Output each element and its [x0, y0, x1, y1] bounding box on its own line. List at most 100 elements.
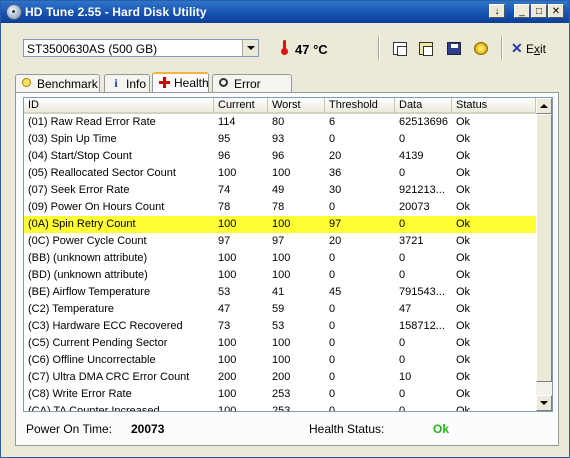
- table-row[interactable]: (04) Start/Stop Count 96 96 20 4139 Ok: [24, 148, 536, 165]
- cell-data: 0: [399, 252, 406, 264]
- cell-worst: 41: [272, 286, 285, 298]
- table-row[interactable]: (03) Spin Up Time 95 93 0 0 Ok: [24, 131, 536, 148]
- chevron-down-icon[interactable]: [242, 40, 258, 56]
- column-header-worst[interactable]: Worst: [268, 98, 325, 114]
- cell-threshold: 20: [329, 150, 342, 162]
- cell-current: 53: [218, 286, 231, 298]
- benchmark-icon: [22, 78, 31, 87]
- cell-id: (0A) Spin Retry Count: [24, 216, 214, 233]
- table-row[interactable]: (C3) Hardware ECC Recovered 73 53 0 158712..…: [24, 318, 536, 335]
- help-button[interactable]: ↓: [489, 4, 505, 18]
- table-row[interactable]: (C5) Current Pending Sector 100 100 0 0 Ok: [24, 335, 536, 352]
- table-row[interactable]: (BE) Airflow Temperature 53 41 45 791543... O…: [24, 284, 536, 301]
- cell-current: 100: [218, 405, 237, 411]
- table-row[interactable]: (0A) Spin Retry Count 100 100 97 0 Ok: [24, 216, 536, 233]
- cell-worst: 100: [272, 269, 291, 281]
- column-header-data[interactable]: Data: [395, 98, 452, 114]
- cell-current: 114: [218, 116, 236, 128]
- cell-id: (BB) (unknown attribute): [28, 252, 148, 264]
- tab-benchmark[interactable]: Benchmark: [15, 74, 100, 92]
- cell-id: (05) Reallocated Sector Count: [28, 167, 176, 179]
- cell-status: Ok: [456, 303, 471, 315]
- cell-worst: 93: [272, 133, 285, 145]
- tab-label: Info: [126, 77, 147, 91]
- cell-worst: 253: [272, 405, 291, 411]
- minimize-button[interactable]: _: [514, 4, 530, 18]
- cell-worst: 100: [272, 337, 291, 349]
- table-row[interactable]: (01) Raw Read Error Rate 114 80 6 62513696 Ok: [24, 114, 536, 131]
- cell-threshold: 0: [329, 252, 336, 264]
- exit-button[interactable]: Exit: [526, 42, 546, 56]
- cell-threshold: 0: [329, 303, 336, 315]
- table-row[interactable]: (BB) (unknown attribute) 100 100 0 0 Ok: [24, 250, 536, 267]
- table-row[interactable]: (05) Reallocated Sector Count 100 100 36 0 Ok: [24, 165, 536, 182]
- cell-id: (C3) Hardware ECC Recovered: [28, 320, 183, 332]
- table-row[interactable]: (07) Seek Error Rate 74 49 30 921213... Ok: [24, 182, 536, 199]
- table-row[interactable]: (09) Power On Hours Count 78 78 0 20073 Ok: [24, 199, 536, 216]
- window-title: HD Tune 2.55 - Hard Disk Utility: [25, 5, 207, 19]
- info-icon: i: [114, 76, 118, 90]
- cell-worst: 100: [272, 167, 291, 179]
- cell-status: Ok: [456, 371, 471, 383]
- cell-id: (C6) Offline Uncorrectable: [28, 354, 156, 366]
- title-bar[interactable]: HD Tune 2.55 - Hard Disk Utility ↓ _ □ ✕: [1, 1, 569, 23]
- cell-current: 200: [218, 371, 237, 383]
- cell-status: Ok: [456, 116, 471, 128]
- cell-threshold: 0: [329, 388, 336, 400]
- cell-data: 47: [399, 303, 412, 315]
- cell-worst: 49: [272, 184, 285, 196]
- cell-status: Ok: [456, 184, 471, 196]
- exit-x-icon[interactable]: ✕: [511, 40, 523, 57]
- save-icon[interactable]: [447, 42, 461, 55]
- cell-data: 0: [399, 133, 406, 145]
- options-icon[interactable]: [474, 42, 488, 55]
- table-row[interactable]: (CA) TA Counter Increased 100 253 0 0 Ok: [24, 403, 536, 411]
- cell-worst: 59: [272, 303, 285, 315]
- cell-status: Ok: [452, 216, 536, 233]
- table-row[interactable]: (C2) Temperature 47 59 0 47 Ok: [24, 301, 536, 318]
- cell-status: Ok: [456, 388, 471, 400]
- tab-info[interactable]: i Info: [104, 74, 150, 92]
- column-header-current[interactable]: Current: [214, 98, 268, 114]
- temperature-readout: 47 °C: [295, 42, 328, 57]
- scroll-up-icon[interactable]: [536, 98, 552, 114]
- toolbar-divider: [501, 36, 503, 60]
- table-header: ID Current Worst Threshold Data Status: [24, 98, 536, 114]
- scroll-down-icon[interactable]: [536, 395, 552, 411]
- cell-threshold: 20: [329, 235, 342, 247]
- copy-icon[interactable]: [393, 42, 407, 56]
- power-on-time-value: 20073: [131, 422, 165, 436]
- cell-worst: 80: [272, 116, 285, 128]
- table-row[interactable]: (C6) Offline Uncorrectable 100 100 0 0 Ok: [24, 352, 536, 369]
- exit-mnemonic: x: [534, 42, 541, 56]
- drive-select[interactable]: ST3500630AS (500 GB): [23, 39, 259, 57]
- tab-error-scan[interactable]: Error Scan: [212, 74, 292, 105]
- cell-data: 3721: [399, 235, 424, 247]
- scrollbar-thumb[interactable]: [536, 114, 552, 382]
- vertical-scrollbar[interactable]: [536, 98, 552, 411]
- cell-current: 74: [218, 184, 231, 196]
- copy-all-icon[interactable]: [419, 42, 433, 56]
- table-row[interactable]: (C8) Write Error Rate 100 253 0 0 Ok: [24, 386, 536, 403]
- cell-current: 78: [218, 201, 231, 213]
- column-header-id[interactable]: ID: [24, 98, 214, 114]
- cell-current: 100: [218, 337, 237, 349]
- table-row[interactable]: (C7) Ultra DMA CRC Error Count 200 200 0 10 O…: [24, 369, 536, 386]
- table-row[interactable]: (0C) Power Cycle Count 97 97 20 3721 Ok: [24, 233, 536, 250]
- cell-worst: 53: [272, 320, 285, 332]
- tab-health[interactable]: Health: [152, 72, 209, 93]
- column-header-threshold[interactable]: Threshold: [325, 98, 395, 114]
- column-header-status[interactable]: Status: [452, 98, 536, 114]
- table-row[interactable]: (BD) (unknown attribute) 100 100 0 0 Ok: [24, 267, 536, 284]
- cell-id: (C5) Current Pending Sector: [28, 337, 168, 349]
- cell-status: Ok: [456, 286, 471, 298]
- cell-id: (BD) (unknown attribute): [28, 269, 148, 281]
- cell-threshold: 36: [329, 167, 342, 179]
- close-button[interactable]: ✕: [548, 4, 564, 18]
- maximize-button[interactable]: □: [531, 4, 547, 18]
- cell-status: Ok: [456, 405, 471, 411]
- cell-data: 0: [399, 388, 406, 400]
- app-disk-icon: [6, 4, 22, 20]
- table-body: (01) Raw Read Error Rate 114 80 6 62513696 Ok…: [24, 114, 536, 411]
- cell-status: Ok: [456, 201, 471, 213]
